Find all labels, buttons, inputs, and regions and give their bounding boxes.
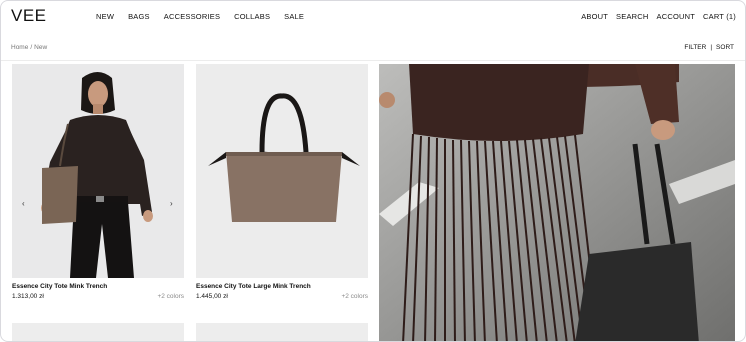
nav-item-bags[interactable]: BAGS (128, 12, 150, 21)
product-colors-2[interactable]: +2 colors (335, 293, 368, 300)
breadcrumb-separator: / (30, 44, 33, 51)
utility-nav: ABOUT SEARCH ACCOUNT CART (1) (573, 12, 736, 21)
model-photo (12, 64, 184, 278)
hero-editorial-image[interactable] (379, 64, 735, 341)
browser-frame: VEE NEW BAGS ACCESSORIES COLLABS SALE AB… (0, 0, 746, 342)
filter-button[interactable]: FILTER (684, 44, 706, 51)
site-header: VEE NEW BAGS ACCESSORIES COLLABS SALE AB… (1, 1, 745, 33)
nav-item-sale[interactable]: SALE (284, 12, 304, 21)
nav-item-accessories[interactable]: ACCESSORIES (164, 12, 220, 21)
main-nav: NEW BAGS ACCESSORIES COLLABS SALE (96, 12, 318, 21)
product-price-1: 1.313,00 zł (12, 293, 44, 300)
nav-item-collabs[interactable]: COLLABS (234, 12, 270, 21)
filter-sort-bar: FILTER | SORT (684, 44, 734, 51)
toolbar-divider: | (710, 44, 713, 51)
nav-item-about[interactable]: ABOUT (581, 12, 608, 21)
product-image-3[interactable] (12, 323, 184, 341)
fringe-skirt-photo (379, 64, 735, 341)
sort-button[interactable]: SORT (716, 44, 734, 51)
cart-link[interactable]: CART (1) (703, 12, 736, 21)
nav-item-new[interactable]: NEW (96, 12, 114, 21)
search-link[interactable]: SEARCH (616, 12, 648, 21)
brand-logo[interactable]: VEE (11, 6, 47, 26)
prev-image-button[interactable]: ‹ (22, 199, 25, 208)
product-colors-1[interactable]: +2 colors (151, 293, 184, 300)
product-image-1[interactable] (12, 64, 184, 278)
breadcrumb-current: New (34, 44, 48, 51)
breadcrumb-home[interactable]: Home (11, 44, 28, 51)
header-divider (1, 60, 745, 61)
breadcrumb: Home / New (11, 44, 47, 51)
product-name-1[interactable]: Essence City Tote Mink Trench (12, 283, 107, 290)
product-name-2[interactable]: Essence City Tote Large Mink Trench (196, 283, 311, 290)
tote-bag-photo (196, 64, 368, 278)
account-link[interactable]: ACCOUNT (657, 12, 695, 21)
next-image-button[interactable]: › (170, 199, 173, 208)
product-image-4[interactable] (196, 323, 368, 341)
product-image-2[interactable] (196, 64, 368, 278)
product-price-2: 1.445,00 zł (196, 293, 228, 300)
